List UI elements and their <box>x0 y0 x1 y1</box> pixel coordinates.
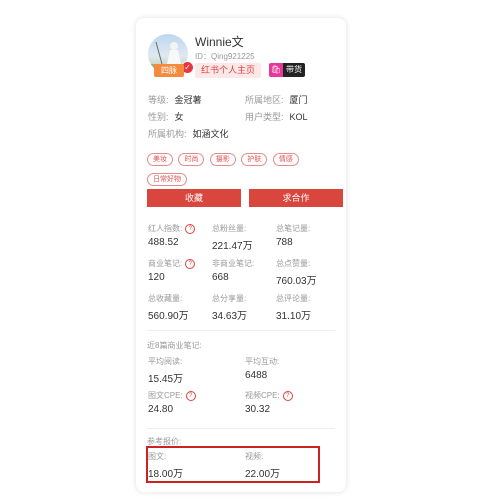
tag[interactable]: 美妆 <box>147 153 173 166</box>
org-label: 所属机构: <box>148 129 187 139</box>
divider <box>147 428 335 429</box>
stat-label: 红人指数: <box>148 224 183 233</box>
stat-avg-read: 平均阅读: 15.45万 <box>148 356 183 385</box>
stat-label: 商业笔记: <box>148 259 183 268</box>
stat-label: 图文CPE: <box>148 391 183 400</box>
influencer-card: ✓ 四脉 Winnie文 ID：Qing921225 红书个人主页 🛍 带货 等… <box>136 18 346 492</box>
tag[interactable]: 日常好物 <box>147 173 187 186</box>
stat-total-notes: 总笔记量: 788 <box>276 223 310 248</box>
org-row: 所属机构: 如涵文化 <box>148 127 229 140</box>
tag-list: 美妆 时尚 摄影 护肤 情感 日常好物 <box>147 148 337 188</box>
stat-total-collects: 总收藏量: 560.90万 <box>148 293 189 322</box>
help-icon[interactable]: ? <box>185 258 196 269</box>
stat-total-likes: 总点赞量: 760.03万 <box>276 258 317 287</box>
user-type-value: KOL <box>289 112 308 122</box>
tag[interactable]: 情感 <box>272 153 299 166</box>
tag[interactable]: 护肤 <box>241 153 268 166</box>
stat-value: 30.32 <box>245 404 271 415</box>
stat-value: 760.03万 <box>276 276 317 287</box>
tag[interactable]: 时尚 <box>178 153 205 166</box>
stat-label: 视频CPE: <box>245 391 280 400</box>
stat-value: 221.47万 <box>212 241 253 252</box>
stat-value: 34.63万 <box>212 311 248 322</box>
gender-row: 性别: 女 <box>148 110 184 123</box>
help-icon[interactable]: ? <box>185 223 196 234</box>
user-type-label: 用户类型: <box>245 112 284 122</box>
gender-label: 性别: <box>148 112 169 122</box>
cooperate-button[interactable]: 求合作 <box>249 189 343 207</box>
region-label: 所属地区: <box>245 95 284 105</box>
stat-value: 668 <box>212 272 229 283</box>
stat-value: 788 <box>276 237 293 248</box>
help-icon[interactable]: ? <box>282 390 293 401</box>
recent-notes-title: 近8篇商业笔记: <box>147 341 202 350</box>
stat-value: 6488 <box>245 370 268 381</box>
stat-label: 总笔记量: <box>276 224 311 233</box>
region-row: 所属地区: 厦门 <box>245 93 308 106</box>
help-icon[interactable]: ? <box>185 390 196 401</box>
stat-value: 488.52 <box>148 237 179 248</box>
shopping-bag-icon: 🛍 <box>269 63 283 77</box>
stat-value: 15.45万 <box>148 374 184 385</box>
stat-label: 总粉丝量: <box>212 224 247 233</box>
stat-label: 总评论量: <box>276 294 311 303</box>
stat-total-fans: 总粉丝量: 221.47万 <box>212 223 253 252</box>
stat-label: 非商业笔记: <box>212 259 255 268</box>
stat-noncommercial-notes: 非商业笔记: 668 <box>212 258 254 283</box>
collect-button[interactable]: 收藏 <box>147 189 241 207</box>
user-type-row: 用户类型: KOL <box>245 110 308 123</box>
stat-avg-interaction: 平均互动: 6488 <box>245 356 279 381</box>
stat-label: 总分享量: <box>212 294 247 303</box>
org-value: 如涵文化 <box>192 129 229 139</box>
level-row: 等级: 金冠薯 <box>148 93 202 106</box>
level-badge: 四脉 <box>154 64 184 77</box>
stat-label: 总收藏量: <box>148 294 183 303</box>
divider <box>147 330 335 331</box>
stat-value: 560.90万 <box>148 311 189 322</box>
stat-total-shares: 总分享量: 34.63万 <box>212 293 247 322</box>
homepage-button[interactable]: 红书个人主页 <box>195 63 262 78</box>
profile-name: Winnie文 <box>195 35 244 49</box>
stat-commercial-notes: 商业笔记:? 120 <box>148 258 196 283</box>
stat-image-cpe: 图文CPE:? 24.80 <box>148 390 196 415</box>
stat-label: 总点赞量: <box>276 259 311 268</box>
stat-influencer-index: 红人指数:? 488.52 <box>148 223 196 248</box>
profile-id: ID：Qing921225 <box>195 52 255 61</box>
stat-total-comments: 总评论量: 31.10万 <box>276 293 311 322</box>
stat-value: 24.80 <box>148 404 174 415</box>
region-value: 厦门 <box>289 95 308 105</box>
goods-badge-label: 带货 <box>283 63 305 77</box>
gender-value: 女 <box>174 112 184 122</box>
tag[interactable]: 摄影 <box>209 153 236 166</box>
goods-badge: 🛍 带货 <box>269 63 305 77</box>
stat-value: 31.10万 <box>276 311 312 322</box>
stat-value: 120 <box>148 272 165 283</box>
stat-video-cpe: 视频CPE:? 30.32 <box>245 390 293 415</box>
pricing-highlight-box <box>146 446 320 483</box>
stat-label: 平均互动: <box>245 357 280 366</box>
level-value: 金冠薯 <box>174 95 202 105</box>
stat-label: 平均阅读: <box>148 357 183 366</box>
level-label: 等级: <box>148 95 169 105</box>
